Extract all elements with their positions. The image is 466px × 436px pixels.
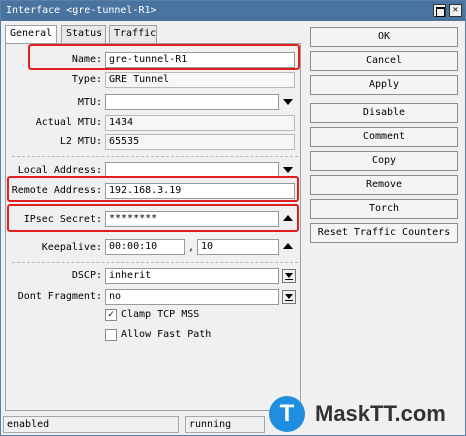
keepalive-label: Keepalive: [41,242,102,253]
watermark-logo-icon: T [269,396,305,432]
remote-address-highlight [7,176,299,202]
local-address-label: Local Address: [17,165,102,176]
status-running: running [185,416,265,433]
mtu-dropdown-icon[interactable] [283,99,293,105]
actual-mtu-label: Actual MTU: [35,117,102,128]
general-panel: Name: gre-tunnel-R1 Type: GRE Tunnel MTU… [5,43,301,411]
keepalive-retries-field[interactable]: 10 [197,239,279,255]
clamp-tcp-mss-label: Clamp TCP MSS [121,309,200,320]
type-field: GRE Tunnel [105,72,295,88]
maximize-icon[interactable] [433,4,446,17]
status-enabled: enabled [3,416,179,433]
torch-button[interactable]: Torch [310,199,458,219]
local-address-dropdown-icon[interactable] [283,167,293,173]
dscp-dropdown-icon[interactable] [282,269,296,283]
dont-fragment-label: Dont Fragment: [17,291,102,302]
actual-mtu-field: 1434 [105,115,295,131]
dscp-field[interactable]: inherit [105,268,279,284]
tab-general[interactable]: General [5,25,57,44]
dont-fragment-field[interactable]: no [105,289,279,305]
disable-button[interactable]: Disable [310,103,458,123]
remove-button[interactable]: Remove [310,175,458,195]
separator [12,262,298,263]
allow-fast-path-label: Allow Fast Path [121,329,212,340]
reset-traffic-counters-button[interactable]: Reset Traffic Counters [310,223,458,243]
ipsec-secret-highlight [7,204,299,232]
apply-button[interactable]: Apply [310,75,458,95]
l2-mtu-label: L2 MTU: [59,136,102,147]
title-bar[interactable]: Interface <gre-tunnel-R1> ✕ [1,1,465,21]
separator [12,156,298,157]
clamp-tcp-mss-checkbox[interactable]: ✓ [105,309,117,321]
tab-status[interactable]: Status [61,25,106,43]
window-title: Interface <gre-tunnel-R1> [6,5,157,16]
watermark: T MaskTT.com [269,396,465,436]
allow-fast-path-checkbox[interactable] [105,329,117,341]
dscp-label: DSCP: [71,270,102,281]
l2-mtu-field: 65535 [105,134,295,150]
type-label: Type: [71,74,102,85]
watermark-text: MaskTT.com [315,401,446,426]
comment-button[interactable]: Comment [310,127,458,147]
keepalive-collapse-icon[interactable] [283,243,293,249]
interface-window: Interface <gre-tunnel-R1> ✕ General Stat… [0,0,466,436]
name-highlight [28,44,300,70]
dont-fragment-dropdown-icon[interactable] [282,290,296,304]
ok-button[interactable]: OK [310,27,458,47]
close-icon[interactable]: ✕ [449,4,462,17]
mtu-label: MTU: [77,97,102,108]
mtu-field[interactable] [105,94,279,110]
copy-button[interactable]: Copy [310,151,458,171]
tab-traffic[interactable]: Traffic [109,25,157,43]
keepalive-separator: , [188,242,195,253]
cancel-button[interactable]: Cancel [310,51,458,71]
keepalive-interval-field[interactable]: 00:00:10 [105,239,185,255]
